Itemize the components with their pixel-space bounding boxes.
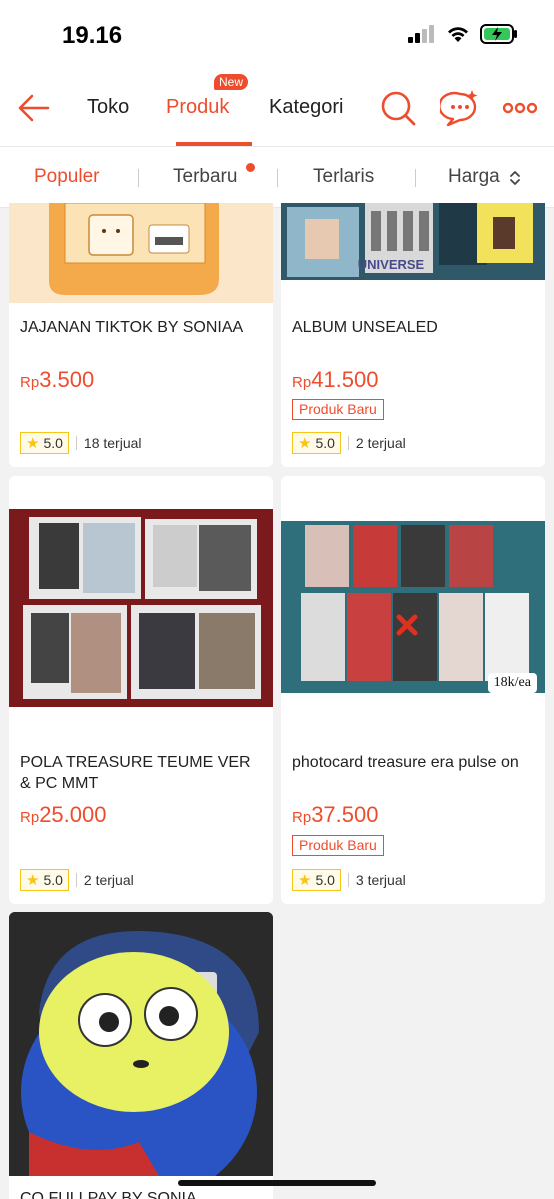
- product-card[interactable]: CO FULLPAY BY SONIA: [9, 912, 273, 1199]
- muffin-corner-pouch-image: [9, 203, 273, 303]
- home-indicator: [178, 1180, 376, 1186]
- star-icon: ★: [298, 872, 312, 889]
- rating-row: ★ 5.0 18 terjual: [20, 432, 142, 454]
- new-badge: New: [214, 74, 249, 90]
- rating-badge: ★ 5.0: [292, 432, 341, 454]
- sort-arrows-icon[interactable]: [509, 168, 521, 188]
- product-price: Rp37.500: [292, 802, 379, 827]
- product-name[interactable]: CO FULLPAY BY SONIA: [20, 1188, 263, 1199]
- star-icon: ★: [26, 872, 40, 889]
- new-dot-indicator: [246, 163, 255, 172]
- status-time: 19.16: [62, 22, 123, 49]
- back-arrow-icon[interactable]: [16, 90, 52, 126]
- product-price: Rp3.500: [20, 367, 95, 392]
- product-name[interactable]: photocard treasure era pulse on: [292, 752, 535, 773]
- product-card[interactable]: 18k/ea photocard treasure era pulse on R…: [281, 476, 545, 904]
- star-icon: ★: [26, 435, 40, 452]
- wifi-icon: [448, 27, 468, 42]
- tab-toko[interactable]: Toko: [87, 96, 129, 119]
- image-watermark: 18k/ea: [487, 673, 537, 693]
- sold-count: 2 terjual: [83, 872, 134, 888]
- sort-populer[interactable]: Populer: [34, 166, 100, 188]
- product-image[interactable]: UNIVERSE: [281, 203, 545, 280]
- new-product-tag: Produk Baru: [292, 399, 384, 420]
- product-name[interactable]: ALBUM UNSEALED: [292, 317, 535, 338]
- sort-divider: [415, 169, 416, 187]
- product-price: Rp41.500: [292, 367, 379, 392]
- sort-terlaris[interactable]: Terlaris: [313, 166, 374, 188]
- status-bar: 19.16: [0, 0, 554, 70]
- rating-badge: ★ 5.0: [292, 869, 341, 891]
- product-name[interactable]: JAJANAN TIKTOK BY SONIAA: [20, 317, 263, 338]
- tab-produk[interactable]: Produk: [166, 96, 229, 119]
- sort-divider: [277, 169, 278, 187]
- album-image-text: UNIVERSE: [358, 257, 425, 272]
- rating-divider: [347, 873, 349, 887]
- star-icon: ★: [298, 435, 312, 452]
- rating-badge: ★ 5.0: [20, 869, 69, 891]
- product-card[interactable]: POLA TREASURE TEUME VER & PC MMT Rp25.00…: [9, 476, 273, 904]
- tab-kategori[interactable]: Kategori: [269, 96, 344, 119]
- status-icons: [408, 24, 518, 44]
- product-name[interactable]: POLA TREASURE TEUME VER & PC MMT: [20, 752, 263, 794]
- product-image[interactable]: [9, 203, 273, 303]
- rating-divider: [75, 436, 77, 450]
- rating-row: ★ 5.0 2 terjual: [20, 869, 134, 891]
- more-options-icon[interactable]: [500, 88, 540, 128]
- pulse-photocards-image: [281, 521, 545, 693]
- battery-charging-icon: [480, 24, 517, 44]
- product-image[interactable]: [9, 509, 273, 707]
- product-price: Rp25.000: [20, 802, 107, 827]
- sold-count: 2 terjual: [355, 435, 406, 451]
- blue-plush-keychain-image: [9, 912, 273, 1176]
- rating-row: ★ 5.0 3 terjual: [292, 869, 406, 891]
- search-icon[interactable]: [378, 88, 418, 128]
- shop-header: Toko Produk New Kategori: [0, 70, 554, 146]
- sort-divider: [138, 169, 139, 187]
- treasure-polaroids-image: [9, 509, 273, 707]
- sort-harga[interactable]: Harga: [448, 166, 500, 188]
- sort-terbaru[interactable]: Terbaru: [173, 166, 237, 188]
- signal-icon: [408, 25, 434, 43]
- rating-divider: [75, 873, 77, 887]
- product-image[interactable]: [9, 912, 273, 1176]
- rating-divider: [347, 436, 349, 450]
- new-product-tag: Produk Baru: [292, 835, 384, 856]
- product-card[interactable]: JAJANAN TIKTOK BY SONIAA Rp3.500 ★ 5.0 1…: [9, 203, 273, 467]
- chat-icon[interactable]: [440, 88, 480, 128]
- product-image[interactable]: 18k/ea: [281, 521, 545, 693]
- product-card[interactable]: UNIVERSE ALBUM UNSEALED Rp41.500 Produk …: [281, 203, 545, 467]
- sold-count: 18 terjual: [83, 435, 142, 451]
- shop-product-page: 19.16 Toko Produk New Kategori Populer T…: [0, 0, 554, 1199]
- sort-bar: Populer Terbaru Terlaris Harga: [0, 146, 554, 208]
- rating-row: ★ 5.0 2 terjual: [292, 432, 406, 454]
- album-photocards-image: UNIVERSE: [281, 203, 545, 280]
- rating-badge: ★ 5.0: [20, 432, 69, 454]
- sold-count: 3 terjual: [355, 872, 406, 888]
